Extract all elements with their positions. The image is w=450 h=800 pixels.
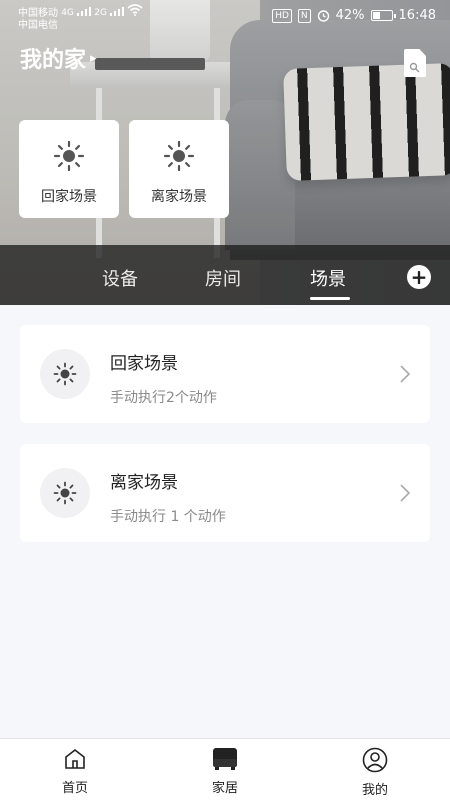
sun-icon — [53, 481, 77, 505]
nfc-icon: N — [297, 8, 311, 23]
sun-icon — [53, 362, 77, 386]
chevron-right-icon: ▸ — [90, 50, 97, 66]
scene-list-item[interactable]: 离家场景 手动执行 1 个动作 — [20, 444, 430, 542]
home-name: 我的家 — [20, 48, 87, 73]
carrier-1: 中国移动 — [18, 8, 58, 19]
scene-list-item[interactable]: 回家场景 手动执行2个动作 — [20, 325, 430, 423]
scene-icon-wrap — [40, 468, 90, 518]
sun-icon — [53, 140, 85, 172]
quick-scene-label: 回家场景 — [41, 189, 97, 205]
document-search-button[interactable] — [404, 49, 426, 77]
nav-home-label: 首页 — [61, 781, 88, 796]
network-1: 4G — [61, 8, 74, 18]
nav-profile-label: 我的 — [361, 783, 388, 798]
clock: 16:48 — [398, 8, 436, 23]
nav-smart-home[interactable]: 家居 — [185, 747, 265, 796]
chevron-right-icon — [400, 484, 410, 502]
signal-icon — [77, 7, 92, 16]
home-icon — [65, 748, 85, 769]
active-tab-indicator — [310, 297, 350, 300]
user-icon — [362, 747, 388, 773]
network-2: 2G — [94, 8, 107, 18]
quick-scene-card[interactable]: 回家场景 — [19, 120, 119, 218]
tab-rooms[interactable]: 房间 — [205, 265, 241, 291]
bottom-nav: 首页 家居 我的 — [0, 738, 450, 800]
status-bar: 中国移动 4G 2G 中国电信 HD N 42% 16:48 — [0, 0, 450, 32]
device-icon — [213, 748, 237, 770]
wifi-icon — [127, 4, 143, 16]
carrier-2: 中国电信 — [18, 20, 58, 31]
scene-subtitle: 手动执行2个动作 — [110, 390, 217, 406]
scene-subtitle: 手动执行 1 个动作 — [110, 509, 226, 525]
hd-badge: HD — [272, 8, 292, 23]
alarm-icon — [317, 10, 329, 22]
sun-icon — [163, 140, 195, 172]
nav-smart-home-label: 家居 — [211, 781, 238, 796]
tab-bar: 设备 房间 场景 + — [0, 253, 450, 305]
quick-scene-label: 离家场景 — [151, 189, 207, 205]
battery-percent: 42% — [335, 8, 365, 23]
status-right: HD N 42% 16:48 — [272, 8, 436, 23]
add-scene-button[interactable]: + — [407, 265, 431, 289]
scene-icon-wrap — [40, 349, 90, 399]
search-icon — [409, 62, 420, 73]
battery-fill — [372, 12, 381, 19]
nav-home[interactable]: 首页 — [35, 747, 115, 796]
nav-profile[interactable]: 我的 — [335, 747, 415, 798]
quick-scene-card[interactable]: 离家场景 — [129, 120, 229, 218]
battery-icon — [370, 10, 396, 21]
scene-title: 离家场景 — [110, 473, 178, 493]
carrier-info: 中国移动 4G 2G 中国电信 — [18, 4, 143, 32]
chevron-right-icon — [400, 365, 410, 383]
home-selector[interactable]: 我的家 ▸ — [20, 42, 97, 74]
signal-icon — [110, 7, 125, 16]
tab-devices[interactable]: 设备 — [102, 265, 138, 291]
tab-scenes[interactable]: 场景 — [310, 265, 346, 291]
scene-title: 回家场景 — [110, 354, 178, 374]
